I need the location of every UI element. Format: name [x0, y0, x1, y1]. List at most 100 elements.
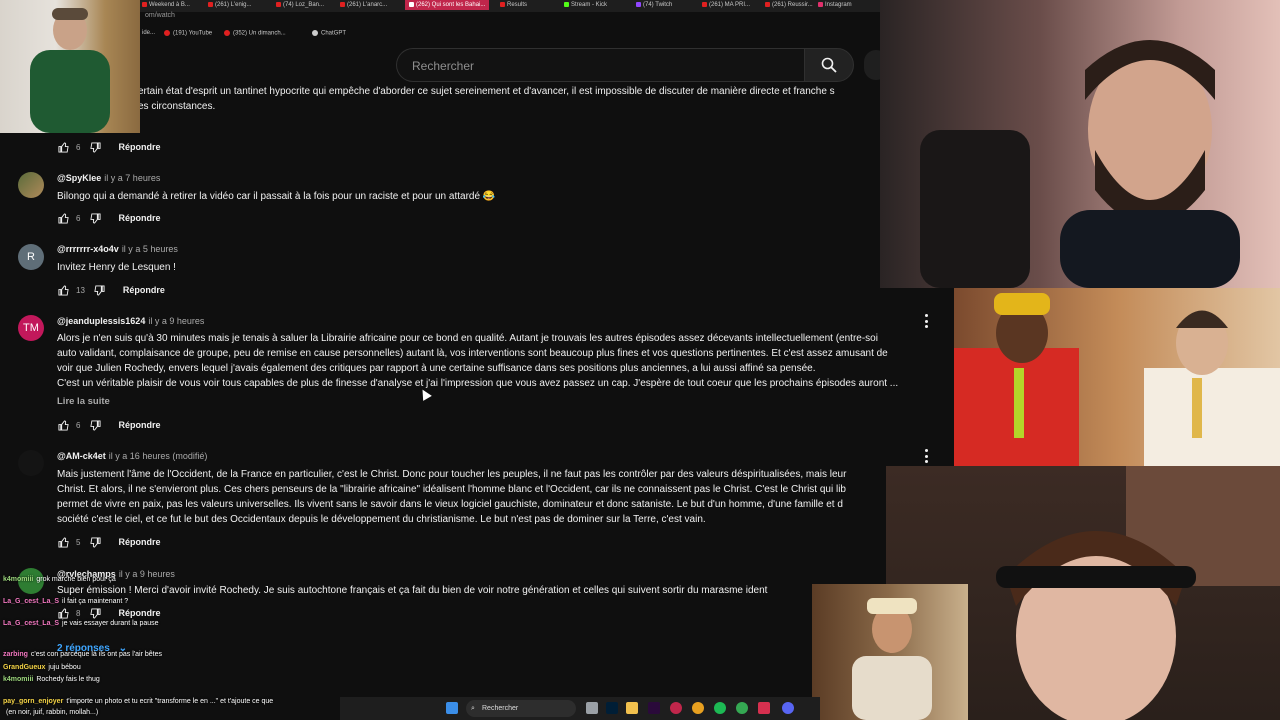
author-handle[interactable]: @SpyKlee [57, 173, 101, 183]
tab-favicon-icon [142, 1, 147, 7]
browser-tab[interactable]: Stream - Kick [564, 0, 607, 10]
bookmark-chatgpt[interactable]: ChatGPT [312, 30, 346, 37]
bookmark-item[interactable]: ide... [142, 30, 155, 36]
chatgpt-icon [312, 30, 318, 36]
app-icon[interactable] [758, 702, 770, 714]
file-explorer-icon[interactable] [626, 702, 638, 714]
comment-time[interactable]: il y a 5 heures [122, 244, 178, 254]
reply-button[interactable]: Répondre [118, 420, 160, 430]
comment-text-line: ertain état d'esprit un tantinet hypocri… [138, 86, 835, 97]
tab-label: Results [507, 2, 528, 8]
reply-button[interactable]: Répondre [118, 213, 160, 223]
chat-text: grok marche bien pour ça [36, 576, 116, 583]
browser-tab[interactable]: Weekend à B... [142, 0, 190, 10]
app-icon[interactable] [670, 702, 682, 714]
browser-tab[interactable]: Instagram [818, 0, 852, 10]
browser-tab[interactable]: (262) Qui sont les Bahai... [405, 0, 490, 10]
author-handle[interactable]: @jeanduplessis1624 [57, 316, 145, 326]
comment-author: @AM-ck4et il y a 16 heures (modifié) [57, 451, 207, 461]
dislike-icon[interactable] [88, 211, 102, 225]
photoshop-icon[interactable] [606, 702, 618, 714]
webcam-overlay-top-left [0, 0, 140, 133]
windows-start-icon[interactable] [446, 702, 458, 714]
tab-label: Instagram [825, 2, 852, 8]
comment-actions: 6 Répondre [56, 140, 160, 154]
tab-label: Stream - Kick [571, 2, 608, 8]
premiere-icon[interactable] [648, 702, 660, 714]
comment-text-line: auto validant, complaisance de groupe, p… [57, 348, 888, 359]
browser-tab[interactable]: (261) Reussir... [765, 0, 813, 10]
like-icon[interactable] [56, 418, 70, 432]
taskbar-search[interactable]: ⌕ Rechercher [466, 700, 576, 717]
app-icon[interactable] [692, 702, 704, 714]
browser-tab[interactable]: (74) Twitch [636, 0, 672, 10]
like-count: 13 [76, 285, 85, 295]
discord-icon[interactable] [782, 702, 794, 714]
like-icon[interactable] [56, 283, 70, 297]
chat-message: pay_gorn_enjoyer t'importe un photo et tu… [3, 698, 273, 705]
author-handle[interactable]: @AM-ck4et [57, 451, 106, 461]
more-options-icon[interactable] [921, 449, 931, 463]
comment-text-line: C'est un véritable plaisir de vous voir … [57, 378, 899, 389]
tab-favicon-icon [702, 1, 707, 7]
webcam-overlay-top-right [880, 0, 1280, 288]
reply-button[interactable]: Répondre [123, 285, 165, 295]
like-icon[interactable] [56, 211, 70, 225]
comment-text-line: Christ. Et alors, il ne s'envieront plus… [57, 484, 846, 495]
tab-favicon-icon [500, 1, 505, 7]
browser-tab[interactable]: Results [500, 0, 527, 10]
comment-time[interactable]: il y a 7 heures [104, 173, 160, 183]
tab-favicon-icon [564, 1, 569, 7]
author-handle[interactable]: @rrrrrrr-x4o4v [57, 244, 119, 254]
comment-author: @jeanduplessis1624 il y a 9 heures [57, 316, 204, 326]
chat-username: GrandGueux [3, 664, 46, 671]
chat-text: (en noir, juif, rabbin, mollah...) [6, 709, 99, 716]
comment-text-line: Bilongo qui a demandé à retirer la vidéo… [57, 191, 496, 202]
bookmark-label: (191) YouTube [173, 30, 213, 37]
comment-actions: 13 Répondre [56, 283, 165, 297]
tab-favicon-icon [636, 1, 641, 7]
like-icon[interactable] [56, 535, 70, 549]
task-view-icon[interactable] [586, 702, 598, 714]
reply-button[interactable]: Répondre [118, 142, 160, 152]
avatar[interactable]: R [18, 244, 44, 270]
comment-text-line: société c'est le ciel, et ce fut le but … [57, 514, 706, 525]
avatar[interactable] [18, 172, 44, 198]
url-fragment[interactable]: om/watch [145, 12, 175, 19]
comment-text-line: Invitez Henry de Lesquen ! [57, 262, 176, 273]
tab-label: (74) Twitch [643, 2, 673, 8]
search-input[interactable] [410, 56, 784, 76]
browser-tab[interactable]: (261) L'anarc... [340, 0, 387, 10]
read-more-link[interactable]: Lire la suite [57, 396, 110, 407]
avatar[interactable]: TM [18, 315, 44, 341]
browser-tab[interactable]: (261) L'enig... [208, 0, 252, 10]
browser-tab[interactable]: (74) Loz_Ban... [276, 0, 324, 10]
dislike-icon[interactable] [88, 535, 102, 549]
tab-label: (74) Loz_Ban... [283, 2, 325, 8]
search-button[interactable] [804, 48, 854, 82]
comment-time[interactable]: il y a 16 heures (modifié) [109, 451, 208, 461]
dislike-icon[interactable] [88, 418, 102, 432]
spotify-icon[interactable] [714, 702, 726, 714]
chat-text: je vais essayer durant la pause [62, 620, 159, 627]
comment-text-line: es circonstances. [138, 101, 216, 112]
search-icon: ⌕ [471, 705, 475, 712]
dislike-icon[interactable] [88, 140, 102, 154]
avatar[interactable] [18, 450, 44, 476]
like-count: 6 [76, 142, 81, 152]
chrome-icon[interactable] [736, 702, 748, 714]
like-icon[interactable] [56, 140, 70, 154]
bookmark-dimanche[interactable]: (352) Un dimanch... [224, 30, 286, 37]
chat-text: juju bébou [48, 664, 81, 671]
search-box[interactable] [396, 48, 804, 82]
windows-taskbar: ⌕ Rechercher [340, 697, 820, 720]
reply-button[interactable]: Répondre [118, 537, 160, 547]
dislike-icon[interactable] [93, 283, 107, 297]
chat-message: zarbing c'est con parceque là ils ont pas… [3, 651, 162, 658]
bookmark-youtube[interactable]: (191) YouTube [164, 30, 212, 37]
like-count: 6 [76, 420, 81, 430]
tab-label: (261) L'anarc... [347, 2, 388, 8]
more-options-icon[interactable] [921, 314, 931, 328]
comment-time[interactable]: il y a 9 heures [148, 316, 204, 326]
browser-tab[interactable]: (261) MA PRI... [702, 0, 750, 10]
